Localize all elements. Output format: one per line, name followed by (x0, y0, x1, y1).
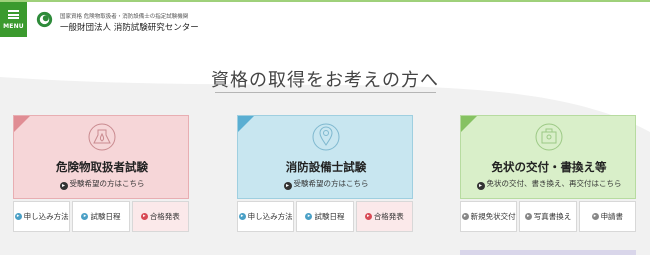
arrow-right-icon: ▸ (305, 213, 313, 220)
arrow-right-icon: ▸ (591, 213, 599, 220)
card-title: 免状の交付・書換え等 (491, 160, 607, 174)
card-title: 危険物取扱者試験 (56, 160, 148, 174)
card-button-row: ▸ 申し込み方法 ▸ 試験日程 ▸ 合格発表 (237, 201, 413, 232)
card-button-row: ▸ 新規免状交付 ▸ 写真書換え ▸ 申請書 (460, 201, 636, 232)
card-fire-equipment-header[interactable]: 消防設備士試験 ▸ 受験希望の方はこちら (237, 115, 413, 199)
card-subtitle[interactable]: ▸ 受験希望の方はこちら (14, 178, 190, 190)
card-button-row: ▸ 申し込み方法 ▸ 試験日程 ▸ 合格発表 (13, 201, 189, 232)
org-subtitle: 国家資格 危険物取扱者・消防設備士の指定試験機関 (60, 14, 189, 20)
site-logo-icon[interactable] (36, 11, 53, 28)
site-header: MENU 国家資格 危険物取扱者・消防設備士の指定試験機関 一般財団法人 消防試… (0, 2, 650, 37)
photo-renewal-button[interactable]: ▸ 写真書換え (519, 201, 577, 232)
results-button[interactable]: ▸ 合格発表 (355, 201, 413, 232)
application-method-button[interactable]: ▸ 申し込み方法 (13, 201, 71, 232)
section-heading: 資格の取得をお考えの方へ (211, 70, 439, 91)
arrow-right-icon: ▸ (238, 213, 246, 220)
exam-schedule-button[interactable]: ▸ 試験日程 (296, 201, 354, 232)
flask-flame-icon (88, 123, 116, 151)
arrow-right-icon: ▸ (364, 213, 372, 220)
arrow-right-icon: ▸ (140, 213, 148, 220)
application-form-button[interactable]: ▸ 申請書 (578, 201, 636, 232)
next-card-peek (460, 250, 636, 255)
menu-label: MENU (3, 23, 24, 30)
card-license-issuance: 免状の交付・書換え等 ▸ 免状の交付、書き換え、再交付はこちら ▸ 新規免状交付 ▸… (460, 115, 636, 232)
menu-button[interactable]: MENU (0, 2, 27, 37)
arrow-right-icon: ▸ (81, 213, 89, 220)
card-hazmat-exam: 危険物取扱者試験 ▸ 受験希望の方はこちら ▸ 申し込み方法 ▸ 試験日程 ▸ 合格発表 (13, 115, 189, 232)
card-corner (14, 116, 30, 132)
arrow-right-icon: ▸ (461, 213, 469, 220)
org-name[interactable]: 一般財団法人 消防試験研究センター (60, 21, 199, 33)
card-fire-equipment-exam: 消防設備士試験 ▸ 受験希望の方はこちら ▸ 申し込み方法 ▸ 試験日程 ▸ 合格発表 (237, 115, 413, 232)
card-subtitle[interactable]: ▸ 免状の交付、書き換え、再交付はこちら (461, 178, 637, 190)
application-method-button[interactable]: ▸ 申し込み方法 (237, 201, 295, 232)
heading-underline (215, 92, 436, 93)
card-corner (238, 116, 254, 132)
card-title: 消防設備士試験 (285, 160, 367, 174)
arrow-right-icon: ▸ (283, 182, 292, 190)
exam-schedule-button[interactable]: ▸ 試験日程 (72, 201, 130, 232)
arrow-right-icon: ▸ (14, 213, 22, 220)
card-subtitle[interactable]: ▸ 受験希望の方はこちら (238, 178, 414, 190)
card-corner (461, 116, 477, 132)
arrow-right-icon: ▸ (524, 213, 532, 220)
card-hazmat-header[interactable]: 危険物取扱者試験 ▸ 受験希望の方はこちら (13, 115, 189, 199)
certificate-icon (535, 123, 563, 151)
arrow-right-icon: ▸ (476, 182, 485, 190)
new-license-button[interactable]: ▸ 新規免状交付 (460, 201, 518, 232)
map-pin-icon (312, 123, 340, 151)
hamburger-icon (8, 10, 19, 19)
arrow-right-icon: ▸ (59, 182, 68, 190)
card-license-header[interactable]: 免状の交付・書換え等 ▸ 免状の交付、書き換え、再交付はこちら (460, 115, 636, 199)
results-button[interactable]: ▸ 合格発表 (131, 201, 189, 232)
